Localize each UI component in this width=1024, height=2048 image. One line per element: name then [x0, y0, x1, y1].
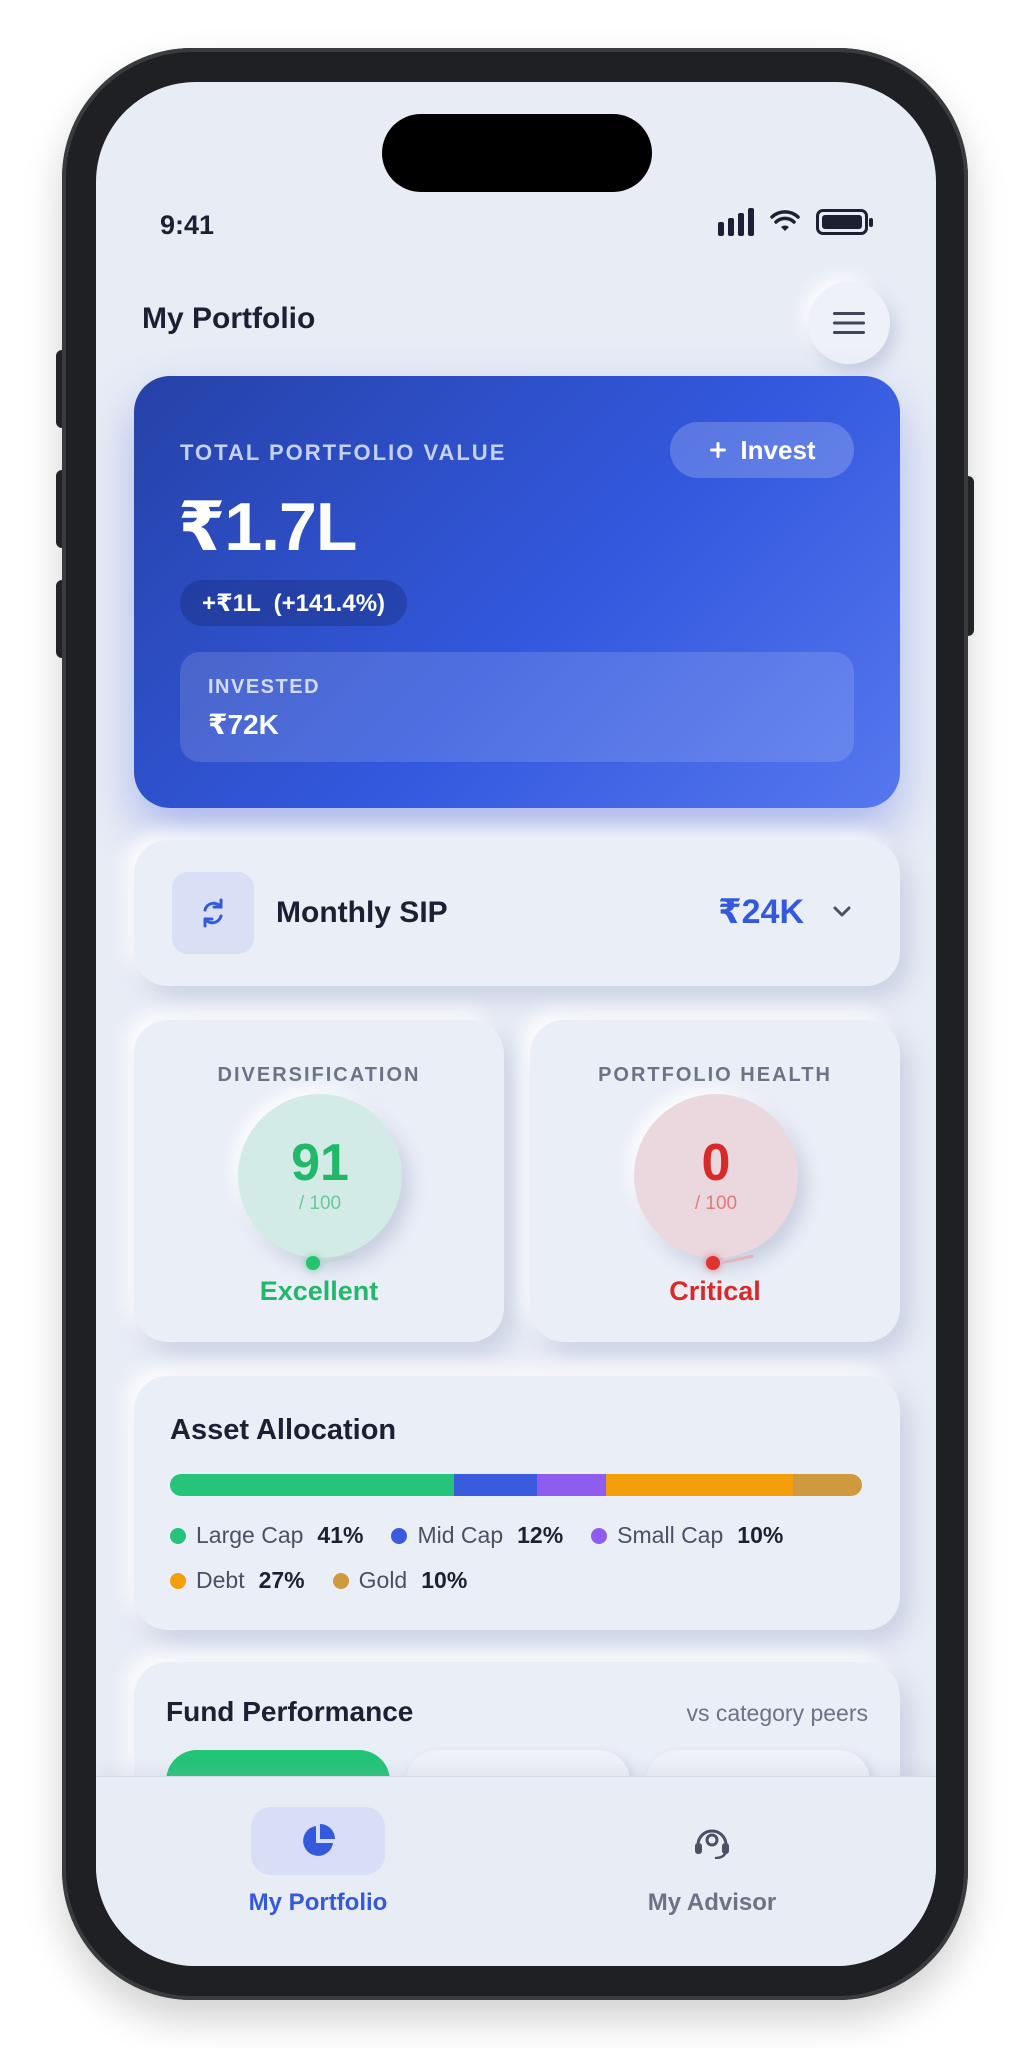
portfolio-value: ₹1.7L [178, 489, 357, 565]
nav-icon-highlight [251, 1807, 385, 1875]
legend-pct: 12% [517, 1522, 564, 1548]
status-icons [718, 208, 873, 236]
invested-box: INVESTED ₹72K [180, 652, 854, 762]
diversification-status: Excellent [259, 1276, 379, 1306]
nav-my-portfolio[interactable]: My Portfolio [188, 1807, 448, 1917]
legend-dot [332, 1572, 349, 1589]
legend-name: Gold [358, 1567, 408, 1593]
nav-my-portfolio-label: My Portfolio [248, 1889, 388, 1916]
monthly-sip-row[interactable]: Monthly SIP ₹24K [134, 840, 900, 986]
diversification-score: 91 [291, 1134, 349, 1192]
allocation-segment-gold [792, 1474, 862, 1496]
health-status: Critical [669, 1276, 761, 1306]
legend-item-small-cap: Small Cap 10% [591, 1522, 783, 1549]
legend-pct: 27% [258, 1567, 305, 1593]
legend-dot [391, 1527, 408, 1544]
gauge-indicator-dot [306, 1256, 320, 1270]
page-title: My Portfolio [142, 302, 316, 335]
allocation-segment-large-cap [170, 1474, 454, 1496]
nav-icon-wrap [645, 1807, 779, 1875]
gain-badge: +₹1L (+141.4%) [180, 580, 408, 626]
legend-pct: 41% [317, 1522, 364, 1548]
allocation-legend: Large Cap 41% Mid Cap 12% Small Cap 10% … [170, 1522, 870, 1594]
legend-dot [591, 1527, 608, 1544]
health-gauge: 0 / 100 [634, 1094, 798, 1258]
sip-icon-tile [172, 872, 254, 954]
legend-name: Large Cap [196, 1522, 304, 1548]
health-max: / 100 [694, 1193, 738, 1214]
diversification-label: DIVERSIFICATION [217, 1064, 421, 1086]
legend-dot [170, 1527, 186, 1544]
bottom-nav: My Portfolio My Advisor [96, 1776, 936, 1966]
allocation-segment-mid-cap [453, 1474, 537, 1496]
diversification-gauge: 91 / 100 [238, 1094, 402, 1258]
refresh-icon [203, 898, 223, 928]
hamburger-menu-icon [833, 312, 865, 334]
fund-performance-subtitle: vs category peers [686, 1700, 868, 1726]
nav-my-advisor-label: My Advisor [647, 1889, 777, 1916]
health-score: 0 [701, 1134, 731, 1192]
portfolio-summary-card: TOTAL PORTFOLIO VALUE Invest ₹1.7L +₹1L … [134, 376, 900, 808]
health-label: PORTFOLIO HEALTH [598, 1064, 832, 1086]
legend-name: Small Cap [617, 1522, 724, 1548]
advisor-headset-icon [695, 1829, 729, 1859]
invest-button-label: Invest [740, 434, 816, 465]
portfolio-value-label: TOTAL PORTFOLIO VALUE [180, 440, 507, 465]
sip-value: ₹24K [717, 893, 804, 931]
invested-value: ₹72K [208, 709, 279, 740]
legend-pct: 10% [737, 1522, 784, 1548]
fund-performance-title: Fund Performance [166, 1696, 414, 1727]
legend-pct: 10% [421, 1567, 468, 1593]
legend-item-gold: Gold 10% [332, 1567, 468, 1594]
menu-button[interactable] [808, 282, 890, 364]
sip-label: Monthly SIP [276, 896, 448, 929]
portfolio-health-card[interactable]: PORTFOLIO HEALTH 0 / 100 Critical [530, 1020, 900, 1342]
legend-name: Debt [196, 1567, 245, 1593]
legend-dot [170, 1572, 186, 1589]
asset-allocation-card[interactable]: Asset Allocation Large Cap 41% Mid Cap 1… [134, 1376, 900, 1630]
diversification-max: / 100 [298, 1193, 342, 1214]
asset-allocation-title: Asset Allocation [170, 1414, 397, 1446]
pie-chart-icon [303, 1824, 335, 1856]
legend-item-large-cap: Large Cap 41% [170, 1522, 363, 1549]
legend-name: Mid Cap [417, 1522, 504, 1548]
nav-my-advisor[interactable]: My Advisor [582, 1807, 842, 1917]
app-screen: 9:41 My Portfolio TOTAL PORTFOLIO VALUE … [96, 82, 936, 1966]
chevron-down-icon[interactable] [830, 900, 854, 924]
allocation-bar [170, 1474, 862, 1496]
battery-icon [816, 209, 873, 235]
cellular-signal-icon [718, 208, 754, 236]
legend-item-debt: Debt 27% [170, 1567, 305, 1594]
legend-item-mid-cap: Mid Cap 12% [391, 1522, 563, 1549]
allocation-segment-small-cap [536, 1474, 606, 1496]
diversification-card[interactable]: DIVERSIFICATION 91 / 100 Excellent [134, 1020, 504, 1342]
allocation-segment-debt [605, 1474, 793, 1496]
gauge-indicator-dot [706, 1256, 720, 1270]
invested-label: INVESTED [208, 676, 321, 698]
wifi-icon [770, 210, 800, 231]
status-time: 9:41 [160, 210, 215, 240]
invest-button[interactable]: Invest [670, 422, 854, 478]
plus-icon [710, 442, 727, 458]
dynamic-island [382, 114, 652, 192]
